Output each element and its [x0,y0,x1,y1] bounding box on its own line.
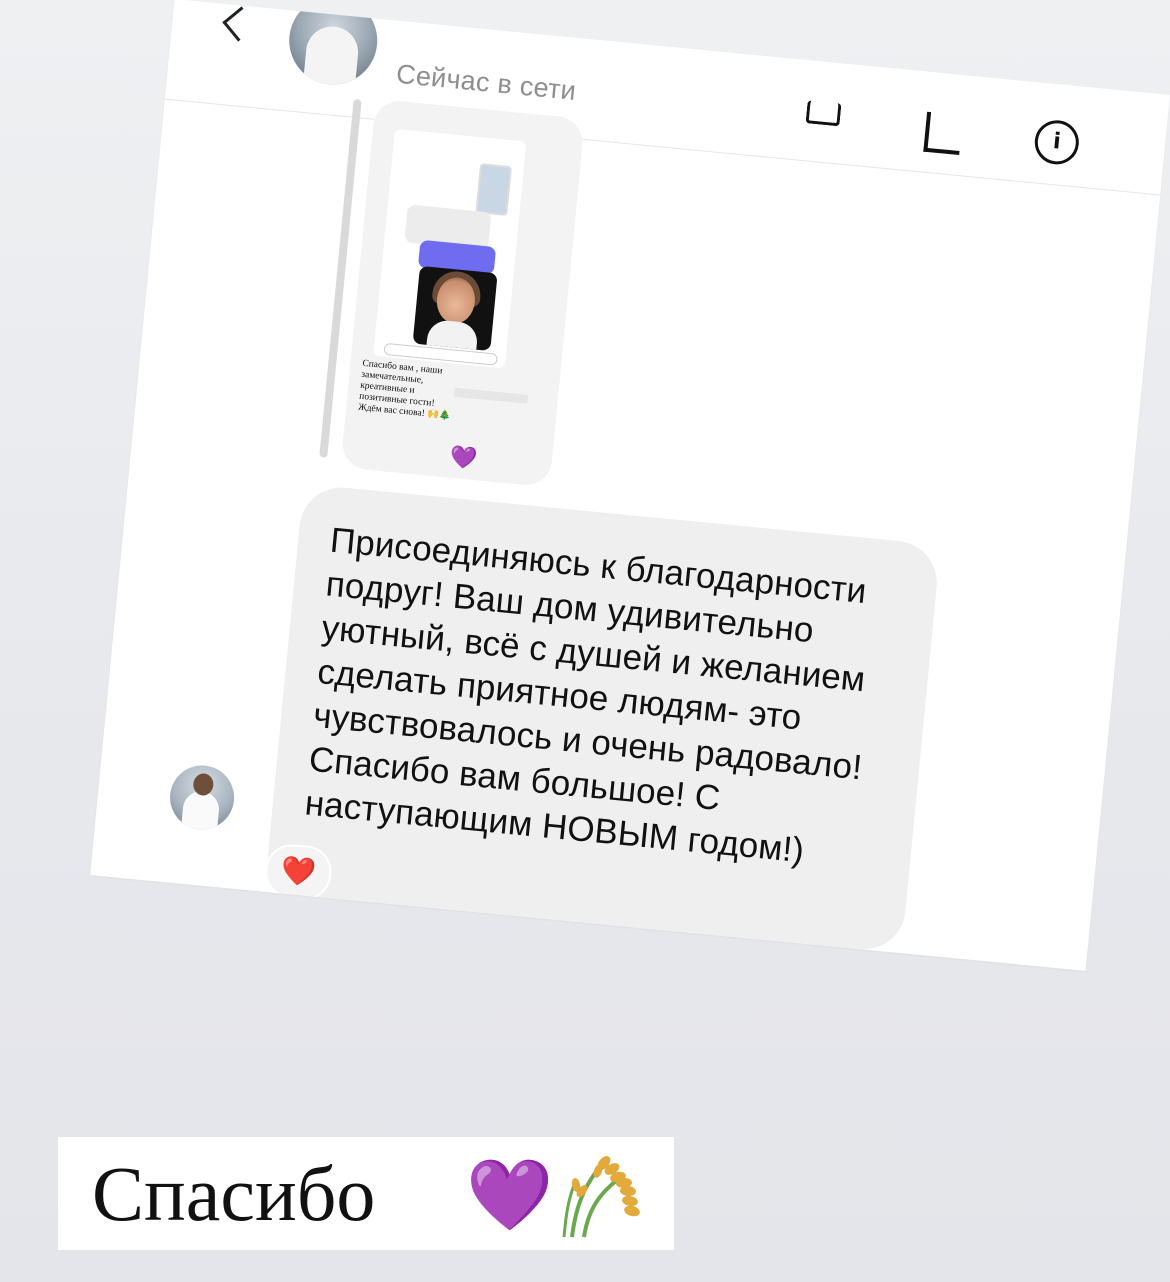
wheat-icon [562,1156,640,1238]
nested-photo [475,163,513,216]
contact-avatar[interactable] [285,0,382,89]
memoji-body [425,318,479,351]
thanks-text: Спасибо [92,1150,376,1237]
message-text: Присоединяюсь к благодарности подруг! Ва… [303,520,869,871]
chat-header: Сейчас в сети i [164,0,1170,196]
sender-avatar-head [192,772,215,797]
purple-heart-icon: 💜 [466,1156,554,1234]
phone-icon[interactable] [923,111,932,152]
chat-screenshot: Сейчас в сети i Спасибо вам , наши замеч… [90,0,1170,971]
video-call-icon[interactable] [805,100,842,127]
thanks-caption-strip: Спасибо 💜 [58,1137,674,1250]
back-arrow-icon[interactable] [222,6,258,42]
purple-heart-icon: 💜 [448,443,479,472]
shared-story-preview[interactable]: Спасибо вам , наши замечательные, креати… [340,98,585,488]
nested-chat-screenshot [373,128,527,369]
nested-memoji-image [412,265,498,351]
sender-avatar-figure [180,789,221,833]
sender-avatar[interactable] [167,762,238,833]
online-status: Сейчас в сети [394,58,578,106]
message-bubble[interactable]: Присоединяюсь к благодарности подруг! Ва… [264,483,941,954]
avatar-figure [302,24,361,89]
info-icon[interactable]: i [1032,118,1081,167]
